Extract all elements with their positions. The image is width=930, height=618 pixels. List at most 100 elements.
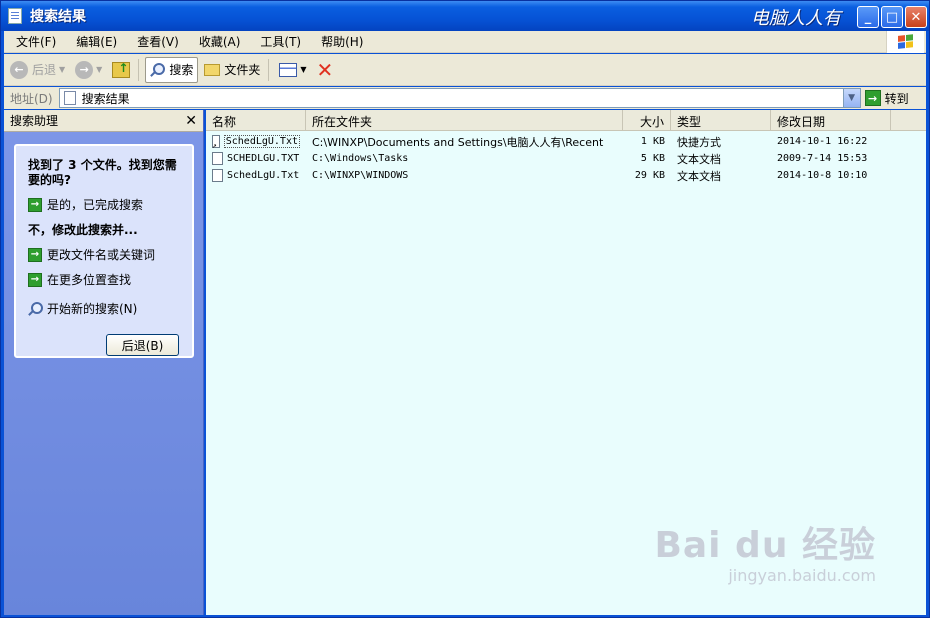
name-cell: SchedLgU.Txt — [206, 169, 306, 182]
close-icon[interactable]: ✕ — [185, 113, 197, 129]
windows-logo-icon — [886, 31, 924, 53]
delete-icon: ✕ — [316, 57, 334, 82]
modified-cell: 2009-7-14 15:53 — [777, 153, 868, 164]
back-label: 后退 — [32, 63, 57, 77]
toolbar-separator — [138, 58, 140, 81]
results-pane: 名称 所在文件夹 大小 类型 修改日期 SchedLgU.Txt C:\WINX… — [206, 110, 926, 615]
arrow-right-icon: → — [28, 247, 42, 262]
modified-cell: 2014-10-8 10:10 — [777, 170, 868, 181]
column-header: 名称 所在文件夹 大小 类型 修改日期 — [206, 110, 926, 131]
refine-heading: 不，修改此搜索并... — [28, 223, 138, 237]
assistant-back-button[interactable]: 后退(B) — [106, 334, 179, 356]
go-label: 转到 — [884, 91, 909, 106]
column-size[interactable]: 大小 — [623, 110, 671, 130]
standard-toolbar: ← 后退 ▼ → ▼ ↑ 搜索 文件夹 ▼ ✕ — [4, 54, 926, 86]
baidu-logo: Bai du 经验 — [654, 525, 876, 566]
file-name: SCHEDLGU.TXT — [227, 153, 300, 164]
views-icon — [279, 62, 298, 77]
back-arrow-icon: ← — [10, 60, 28, 79]
menu-help[interactable]: 帮助(H) — [313, 33, 371, 50]
window-title: 搜索结果 — [30, 9, 86, 25]
menu-view[interactable]: 查看(V) — [129, 33, 187, 50]
toolbar-separator — [268, 58, 270, 81]
type-cell: 文本文档 — [677, 169, 721, 183]
folder-icon — [204, 63, 221, 76]
column-name[interactable]: 名称 — [206, 110, 306, 130]
size-cell: 5 KB — [640, 153, 665, 164]
search-label: 搜索 — [169, 63, 194, 77]
delete-button[interactable]: ✕ — [313, 57, 338, 83]
folders-label: 文件夹 — [224, 63, 261, 77]
results-list: SchedLgU.Txt C:\WINXP\Documents and Sett… — [206, 131, 926, 184]
modified-cell: 2014-10-1 16:22 — [777, 136, 868, 147]
chevron-down-icon[interactable]: ▼ — [96, 65, 102, 74]
yes-done-label: 是的，已完成搜索 — [47, 198, 144, 212]
size-cell: 1 KB — [640, 136, 665, 147]
folder-cell: C:\Windows\Tasks — [312, 153, 409, 164]
address-value: 搜索结果 — [81, 91, 130, 106]
search-assistant-pane: 搜索助理 ✕ 找到了 3 个文件。找到您需要的吗? → 是的，已完成搜索 不，修… — [4, 110, 204, 615]
baidu-watermark: Bai du 经验 jingyan.baidu.com — [654, 516, 876, 585]
back-button[interactable]: ← 后退 ▼ — [6, 57, 69, 83]
text-file-icon — [212, 152, 223, 165]
name-cell: SchedLgU.Txt — [206, 135, 306, 150]
close-button[interactable]: ✕ — [905, 6, 927, 28]
menu-edit[interactable]: 编辑(E) — [68, 33, 125, 50]
chevron-down-icon[interactable]: ▼ — [59, 65, 65, 74]
address-label: 地址(D) — [10, 91, 53, 106]
yes-done-link[interactable]: → 是的，已完成搜索 — [28, 196, 184, 213]
folder-cell: C:\WINXP\WINDOWS — [312, 170, 409, 181]
type-cell: 快捷方式 — [677, 135, 721, 149]
new-search-label: 开始新的搜索(N) — [47, 302, 138, 316]
go-button[interactable]: → 转到 — [864, 90, 909, 107]
type-cell: 文本文档 — [677, 152, 721, 166]
up-folder-button[interactable]: ↑ — [108, 57, 134, 83]
arrow-right-icon: → — [28, 272, 42, 287]
minimize-button[interactable]: _ — [857, 6, 879, 28]
pane-header: 搜索助理 ✕ — [4, 110, 203, 132]
menu-bar: 文件(F) 编辑(E) 查看(V) 收藏(A) 工具(T) 帮助(H) — [4, 31, 926, 53]
title-watermark: 电脑人人有 — [751, 8, 841, 29]
column-folder[interactable]: 所在文件夹 — [306, 110, 623, 130]
file-name: SchedLgU.Txt — [223, 135, 300, 148]
up-folder-icon: ↑ — [112, 61, 131, 78]
title-bar[interactable]: 搜索结果 电脑人人有 _ □ ✕ — [1, 1, 929, 31]
views-button[interactable]: ▼ — [275, 57, 310, 83]
folders-button[interactable]: 文件夹 — [200, 57, 264, 83]
search-more-link[interactable]: → 在更多位置查找 — [28, 271, 184, 288]
document-icon — [8, 8, 22, 24]
size-cell: 29 KB — [634, 170, 665, 181]
change-name-label: 更改文件名或关键词 — [47, 248, 156, 262]
text-file-icon — [212, 169, 223, 182]
table-row[interactable]: SCHEDLGU.TXT C:\Windows\Tasks 5 KB 文本文档 … — [206, 150, 926, 167]
shortcut-icon — [212, 135, 220, 150]
table-row[interactable]: SchedLgU.Txt C:\WINXP\WINDOWS 29 KB 文本文档… — [206, 167, 926, 184]
address-bar: 地址(D) 搜索结果 ▼ → 转到 — [4, 87, 926, 109]
menu-file[interactable]: 文件(F) — [8, 33, 64, 50]
assistant-box: 找到了 3 个文件。找到您需要的吗? → 是的，已完成搜索 不，修改此搜索并..… — [14, 144, 194, 358]
arrow-right-icon: → — [28, 197, 42, 212]
chevron-down-icon[interactable]: ▼ — [842, 89, 860, 107]
name-cell: SCHEDLGU.TXT — [206, 152, 306, 165]
pane-title: 搜索助理 — [10, 114, 59, 128]
column-type[interactable]: 类型 — [671, 110, 771, 130]
chevron-down-icon[interactable]: ▼ — [300, 65, 306, 74]
change-name-link[interactable]: → 更改文件名或关键词 — [28, 246, 184, 263]
table-row[interactable]: SchedLgU.Txt C:\WINXP\Documents and Sett… — [206, 133, 926, 150]
forward-button[interactable]: → ▼ — [71, 57, 106, 83]
column-modified[interactable]: 修改日期 — [771, 110, 891, 130]
new-search-link[interactable]: 开始新的搜索(N) — [28, 300, 184, 317]
found-message: 找到了 3 个文件。找到您需要的吗? — [28, 158, 177, 187]
maximize-button[interactable]: □ — [881, 6, 903, 28]
search-more-label: 在更多位置查找 — [47, 273, 132, 287]
search-icon — [28, 301, 43, 316]
menu-tools[interactable]: 工具(T) — [252, 33, 309, 50]
forward-arrow-icon: → — [75, 60, 94, 79]
menu-favorites[interactable]: 收藏(A) — [191, 33, 249, 50]
explorer-window: 搜索结果 电脑人人有 _ □ ✕ 文件(F) 编辑(E) 查看(V) 收藏(A)… — [0, 0, 930, 618]
search-results-icon — [63, 91, 76, 105]
search-icon — [150, 62, 166, 77]
baidu-url: jingyan.baidu.com — [728, 566, 876, 585]
address-input[interactable]: 搜索结果 ▼ — [58, 88, 861, 108]
search-button[interactable]: 搜索 — [145, 56, 199, 83]
